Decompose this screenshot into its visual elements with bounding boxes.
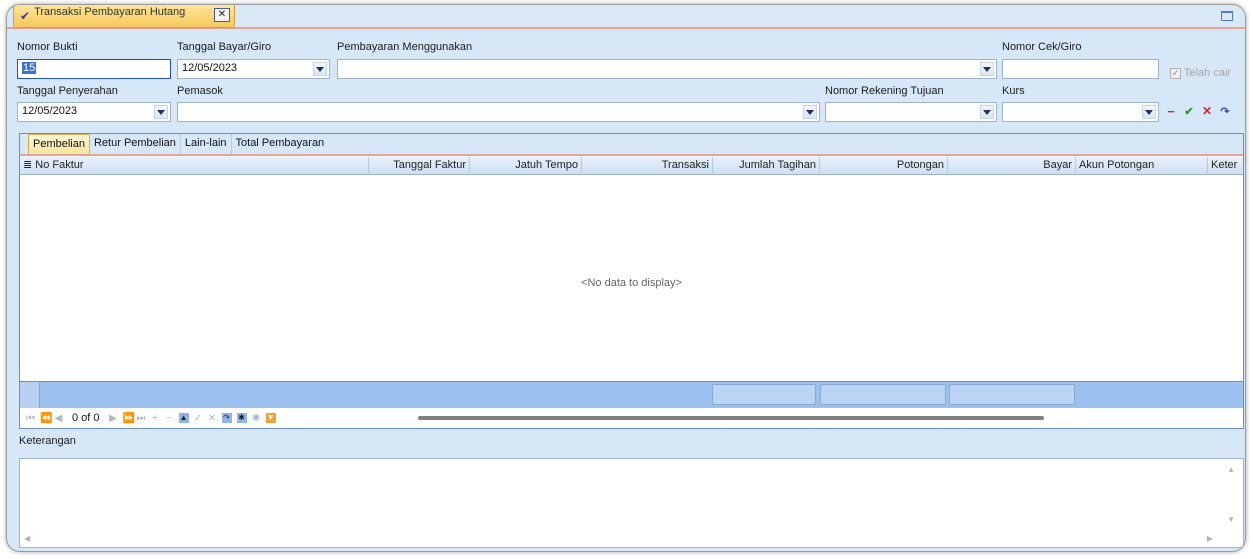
scroll-right-icon[interactable]: ▶ — [1207, 534, 1213, 543]
insert-icon[interactable]: + — [151, 413, 160, 424]
summary-cell-potongan — [820, 384, 946, 405]
summary-cell-bayar — [949, 384, 1075, 405]
kurs-label: Kurs — [1002, 85, 1025, 97]
filter-icon[interactable]: ▼ — [265, 413, 276, 423]
record-counter: 0 of 0 — [72, 412, 100, 424]
detail-tabs: Pembelian Retur Pembelian Lain-lain Tota… — [20, 134, 1243, 156]
tab-lain-lain[interactable]: Lain-lain — [181, 134, 232, 154]
column-header-jatuh-tempo[interactable]: Jatuh Tempo — [470, 157, 582, 175]
chevron-down-icon[interactable] — [803, 105, 817, 119]
chevron-down-icon[interactable] — [1142, 105, 1156, 119]
kurs-select[interactable] — [1002, 102, 1159, 122]
scroll-up-icon[interactable]: ▲ — [1227, 465, 1235, 474]
nomor-bukti-value: 15 — [22, 62, 37, 74]
prev-page-icon[interactable]: ⏪ — [40, 413, 52, 424]
document-tab-title: Transaksi Pembayaran Hutang — [34, 6, 186, 18]
detail-grid-panel: Pembelian Retur Pembelian Lain-lain Tota… — [19, 133, 1244, 429]
scroll-left-icon[interactable]: ◀ — [24, 534, 30, 543]
nomor-rekening-label: Nomor Rekening Tujuan — [825, 85, 944, 97]
pencil-icon: ✔ — [20, 9, 31, 23]
pembayaran-label: Pembayaran Menggunakan — [337, 41, 473, 53]
column-header-potongan[interactable]: Potongan — [820, 157, 948, 175]
tab-retur-pembelian[interactable]: Retur Pembelian — [90, 134, 181, 154]
empty-grid-message: <No data to display> — [581, 277, 682, 289]
tanggal-bayar-input[interactable]: 12/05/2023 — [177, 59, 330, 79]
cancel-edit-icon[interactable]: ✕ — [208, 413, 217, 424]
tab-pembelian[interactable]: Pembelian — [28, 134, 90, 154]
horizontal-scrollbar[interactable] — [418, 416, 1044, 420]
tanggal-bayar-value: 12/05/2023 — [182, 62, 238, 74]
column-header-label: No Faktur — [35, 159, 84, 171]
column-header-no-faktur[interactable]: ≣ No Faktur — [20, 157, 369, 175]
tanggal-penyerahan-input[interactable]: 12/05/2023 — [17, 102, 171, 122]
grid-navigator: ⏮ ⏪ ◀ 0 of 0 ▶ ⏩ ⏭ + − ▲ ✓ ✕ ↷ ✱ ✱ ▼ — [20, 408, 1243, 428]
tanggal-bayar-label: Tanggal Bayar/Giro — [177, 41, 272, 53]
close-icon[interactable]: ✕ — [214, 8, 230, 22]
column-header-jumlah-tagihan[interactable]: Jumlah Tagihan — [713, 157, 820, 175]
scroll-down-icon[interactable]: ▼ — [1227, 515, 1235, 524]
telah-cair-label: Telah cair — [1184, 67, 1232, 79]
cancel-icon[interactable]: ✕ — [1199, 103, 1215, 119]
nomor-cek-label: Nomor Cek/Giro — [1002, 41, 1082, 53]
nomor-bukti-label: Nomor Bukti — [17, 41, 78, 53]
chevron-down-icon[interactable] — [313, 62, 327, 76]
prev-record-icon[interactable]: ◀ — [54, 413, 63, 424]
tanggal-penyerahan-value: 12/05/2023 — [22, 105, 78, 117]
column-header-bayar[interactable]: Bayar — [948, 157, 1076, 175]
column-header-keterangan[interactable]: Keter — [1208, 157, 1245, 175]
bookmark-icon[interactable]: ✱ — [236, 413, 247, 423]
summary-cell-jumlah-tagihan — [712, 384, 816, 405]
next-record-icon[interactable]: ▶ — [109, 413, 118, 424]
keterangan-textarea[interactable]: ▲ ▼ ◀ ▶ — [19, 458, 1244, 548]
chevron-down-icon[interactable] — [980, 105, 994, 119]
tab-total-pembayaran[interactable]: Total Pembayaran — [232, 134, 329, 154]
last-page-icon[interactable]: ⏭ — [137, 413, 146, 424]
nomor-rekening-select[interactable] — [825, 102, 997, 122]
tanggal-penyerahan-label: Tanggal Penyerahan — [17, 85, 118, 97]
window-restore-icon[interactable] — [1221, 11, 1233, 21]
row-action-buttons: − ✔ ✕ ↷ — [1163, 103, 1233, 119]
telah-cair-checkbox[interactable]: ✓ Telah cair — [1170, 67, 1231, 79]
edit-icon[interactable]: ▲ — [178, 413, 189, 423]
chevron-down-icon[interactable] — [980, 62, 994, 76]
post-icon[interactable]: ✓ — [194, 413, 203, 424]
column-header-akun-potongan[interactable]: Akun Potongan — [1076, 157, 1208, 175]
pemasok-select[interactable] — [177, 102, 820, 122]
column-header-transaksi[interactable]: Transaksi — [582, 157, 713, 175]
column-header-tanggal-faktur[interactable]: Tanggal Faktur — [369, 157, 470, 175]
chevron-down-icon[interactable] — [154, 105, 168, 119]
document-tabbar: ✔ Transaksi Pembayaran Hutang ✕ — [7, 5, 1245, 29]
row-indicator — [20, 382, 40, 408]
check-icon[interactable]: ✔ — [1181, 103, 1197, 119]
keterangan-label: Keterangan — [19, 435, 76, 447]
grid-summary-row — [20, 381, 1243, 408]
checkbox-icon: ✓ — [1170, 67, 1181, 79]
next-page-icon[interactable]: ⏩ — [123, 413, 135, 424]
document-tab[interactable]: ✔ Transaksi Pembayaran Hutang ✕ — [13, 5, 235, 28]
delete-icon[interactable]: − — [165, 413, 174, 424]
nomor-cek-input[interactable] — [1002, 59, 1159, 79]
refresh-icon[interactable]: ↷ — [1217, 103, 1233, 119]
nomor-bukti-input[interactable]: 15 — [17, 59, 171, 79]
first-page-icon[interactable]: ⏮ — [26, 413, 35, 424]
goto-bookmark-icon[interactable]: ✱ — [252, 413, 261, 424]
grid-column-headers: ≣ No Faktur Tanggal Faktur Jatuh Tempo T… — [20, 157, 1243, 175]
pembayaran-select[interactable] — [337, 59, 997, 79]
main-window: ✔ Transaksi Pembayaran Hutang ✕ Nomor Bu… — [6, 4, 1246, 552]
refresh-grid-icon[interactable]: ↷ — [221, 413, 232, 423]
column-chooser-icon[interactable]: ≣ — [23, 159, 32, 171]
pemasok-label: Pemasok — [177, 85, 223, 97]
minus-icon[interactable]: − — [1163, 103, 1179, 119]
